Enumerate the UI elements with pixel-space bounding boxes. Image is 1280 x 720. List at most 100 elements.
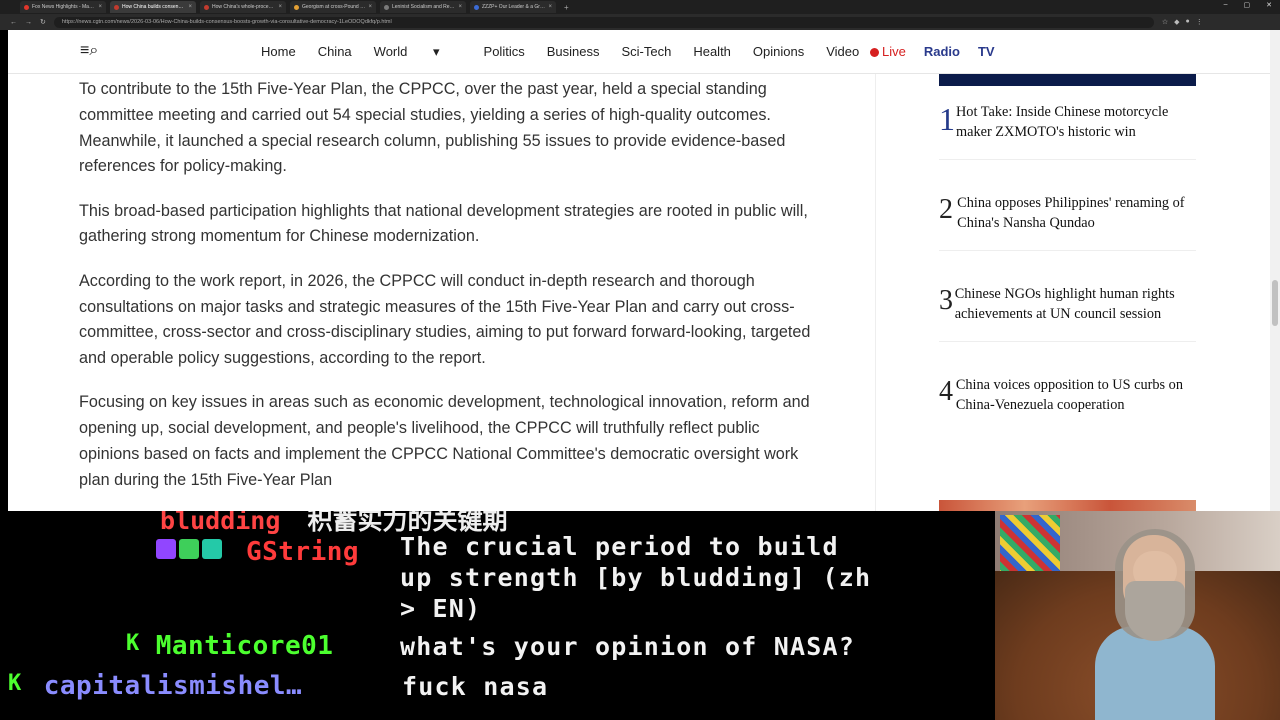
maximize-icon[interactable]: ▢: [1244, 1, 1251, 9]
menu-search-icon[interactable]: ≡⌕: [80, 42, 98, 60]
chat-message: K capitalismishel…: [8, 671, 302, 701]
article-body: To contribute to the 15th Five-Year Plan…: [79, 77, 824, 511]
nav-live[interactable]: Live: [870, 44, 906, 59]
nav-opinions[interactable]: Opinions: [753, 44, 804, 60]
scrollbar[interactable]: [1270, 30, 1280, 511]
tab-title: How China's whole-process peop...: [212, 4, 275, 10]
tab-title: Fox News Highlights - March 20...: [32, 4, 96, 10]
nav-radio[interactable]: Radio: [924, 44, 960, 59]
tab-title: ZZZP+ Our Leader & a Great Stat...: [482, 4, 546, 10]
nav-home[interactable]: Home: [261, 44, 296, 60]
window-controls: – ▢ ✕: [1224, 1, 1272, 9]
menu-dots-icon[interactable]: ⋮: [1196, 18, 1203, 26]
close-icon[interactable]: ×: [548, 4, 552, 10]
close-icon[interactable]: ×: [458, 4, 462, 10]
address-bar: ← → ↻ https://news.cgtn.com/news/2026-03…: [0, 14, 1280, 30]
trending-rank: 2: [939, 194, 953, 225]
close-icon[interactable]: ×: [188, 4, 192, 10]
browser-tab-active[interactable]: How China builds consensus, bo...×: [110, 1, 196, 13]
chat-message: GString: [156, 537, 359, 567]
nav-sci-tech[interactable]: Sci-Tech: [621, 44, 671, 60]
chat-message-text: fuck nasa: [402, 672, 549, 701]
nav-china[interactable]: China: [318, 44, 352, 60]
chat-username: Manticore01: [155, 631, 334, 661]
chat-username: capitalismishel…: [43, 671, 303, 701]
tab-favicon-icon: [114, 4, 119, 10]
chat-line: > EN): [400, 594, 482, 623]
tab-favicon-icon: [24, 4, 29, 10]
web-page: ≡⌕ Home China World ▾ Politics Business …: [8, 30, 1270, 511]
url-field[interactable]: https://news.cgtn.com/news/2026-03-06/Ho…: [53, 16, 1154, 28]
sidebar-banner-image[interactable]: [939, 74, 1196, 86]
trending-rank: 1: [939, 101, 955, 137]
chat-username: bludding: [160, 511, 281, 535]
close-icon[interactable]: ×: [278, 4, 282, 10]
forward-icon[interactable]: →: [25, 19, 32, 26]
article-paragraph: To contribute to the 15th Five-Year Plan…: [79, 80, 786, 176]
nav-business[interactable]: Business: [547, 44, 600, 60]
nav-health[interactable]: Health: [693, 44, 731, 60]
nav-politics[interactable]: Politics: [484, 44, 525, 60]
tab-favicon-icon: [204, 4, 209, 10]
window-close-icon[interactable]: ✕: [1266, 1, 1272, 9]
trending-rank: 3: [939, 285, 953, 316]
scrollbar-thumb[interactable]: [1272, 280, 1278, 326]
bot-badge-icon: [202, 539, 222, 559]
webcam-feed: [995, 511, 1280, 720]
trending-title[interactable]: China opposes Philippines' renaming of C…: [957, 193, 1196, 234]
browser-tab[interactable]: ZZZP+ Our Leader & a Great Stat...×: [470, 1, 556, 13]
extension-icon[interactable]: ◆: [1174, 18, 1179, 26]
twitch-badge-icon: [156, 539, 176, 559]
nav-world-label: World: [373, 44, 408, 59]
trending-item[interactable]: 4 China voices opposition to US curbs on…: [939, 375, 1196, 432]
article-paragraph: According to the work report, in 2026, t…: [79, 271, 811, 368]
browser-tab-bar: Fox News Highlights - March 20...× How C…: [0, 0, 1280, 14]
new-tab-icon[interactable]: +: [564, 3, 569, 12]
chevron-down-icon: ▾: [433, 44, 440, 59]
chat-line: The crucial period to build: [400, 532, 839, 561]
tab-title: Georgism at cross-Pound blueprint in...: [302, 4, 365, 10]
reload-icon[interactable]: ↻: [40, 18, 46, 26]
webcam-person-beard: [1125, 581, 1185, 641]
browser-tab[interactable]: Fox News Highlights - March 20...×: [20, 1, 106, 13]
article-paragraph: Focusing on key issues in areas such as …: [79, 393, 810, 489]
browser-tab[interactable]: Leninist Socialism and Religion ×: [380, 1, 466, 13]
tab-favicon-icon: [474, 4, 479, 10]
chat-message: K Manticore01: [126, 631, 333, 661]
close-icon[interactable]: ×: [368, 4, 372, 10]
nav-extra: Live Radio TV: [870, 44, 995, 59]
nav-video[interactable]: Video: [826, 44, 859, 60]
gift-badge-icon: [179, 539, 199, 559]
chat-message-text: The crucial period to build up strength …: [400, 531, 871, 624]
stream-chat-overlay: bludding 积蓄实力的关键期 GString The crucial pe…: [0, 511, 995, 720]
trending-item[interactable]: 3 Chinese NGOs highlight human rights ac…: [939, 284, 1196, 342]
back-icon[interactable]: ←: [10, 19, 17, 26]
chat-line: up strength [by bludding] (zh: [400, 563, 872, 592]
tab-favicon-icon: [384, 4, 389, 10]
tab-favicon-icon: [294, 4, 299, 10]
nav-world[interactable]: World ▾: [374, 44, 462, 60]
minimize-icon[interactable]: –: [1224, 1, 1228, 9]
column-divider: [875, 74, 876, 511]
moderator-badge-icon: K: [8, 671, 22, 696]
live-dot-icon: [870, 48, 879, 57]
main-nav: Home China World ▾ Politics Business Sci…: [261, 44, 881, 60]
close-icon[interactable]: ×: [98, 4, 102, 10]
trending-item[interactable]: 2 China opposes Philippines' renaming of…: [939, 193, 1196, 251]
bookmark-star-icon[interactable]: ☆: [1162, 18, 1168, 26]
browser-tab[interactable]: How China's whole-process peop...×: [200, 1, 286, 13]
chat-username: GString: [246, 537, 360, 567]
profile-icon[interactable]: ●: [1186, 18, 1190, 26]
chat-badges: [156, 539, 222, 567]
live-label: Live: [882, 44, 906, 59]
trending-title[interactable]: Chinese NGOs highlight human rights achi…: [955, 284, 1196, 325]
trending-rank: 4: [939, 376, 953, 407]
nav-tv[interactable]: TV: [978, 44, 995, 59]
browser-tab[interactable]: Georgism at cross-Pound blueprint in...×: [290, 1, 376, 13]
trending-title[interactable]: Hot Take: Inside Chinese motorcycle make…: [956, 102, 1196, 143]
tab-title: Leninist Socialism and Religion: [392, 4, 456, 10]
trending-title[interactable]: China voices opposition to US curbs on C…: [956, 375, 1196, 416]
trending-item[interactable]: 1 Hot Take: Inside Chinese motorcycle ma…: [939, 102, 1196, 160]
sidebar-ad-image[interactable]: [939, 500, 1196, 511]
moderator-badge-icon: K: [126, 631, 140, 656]
